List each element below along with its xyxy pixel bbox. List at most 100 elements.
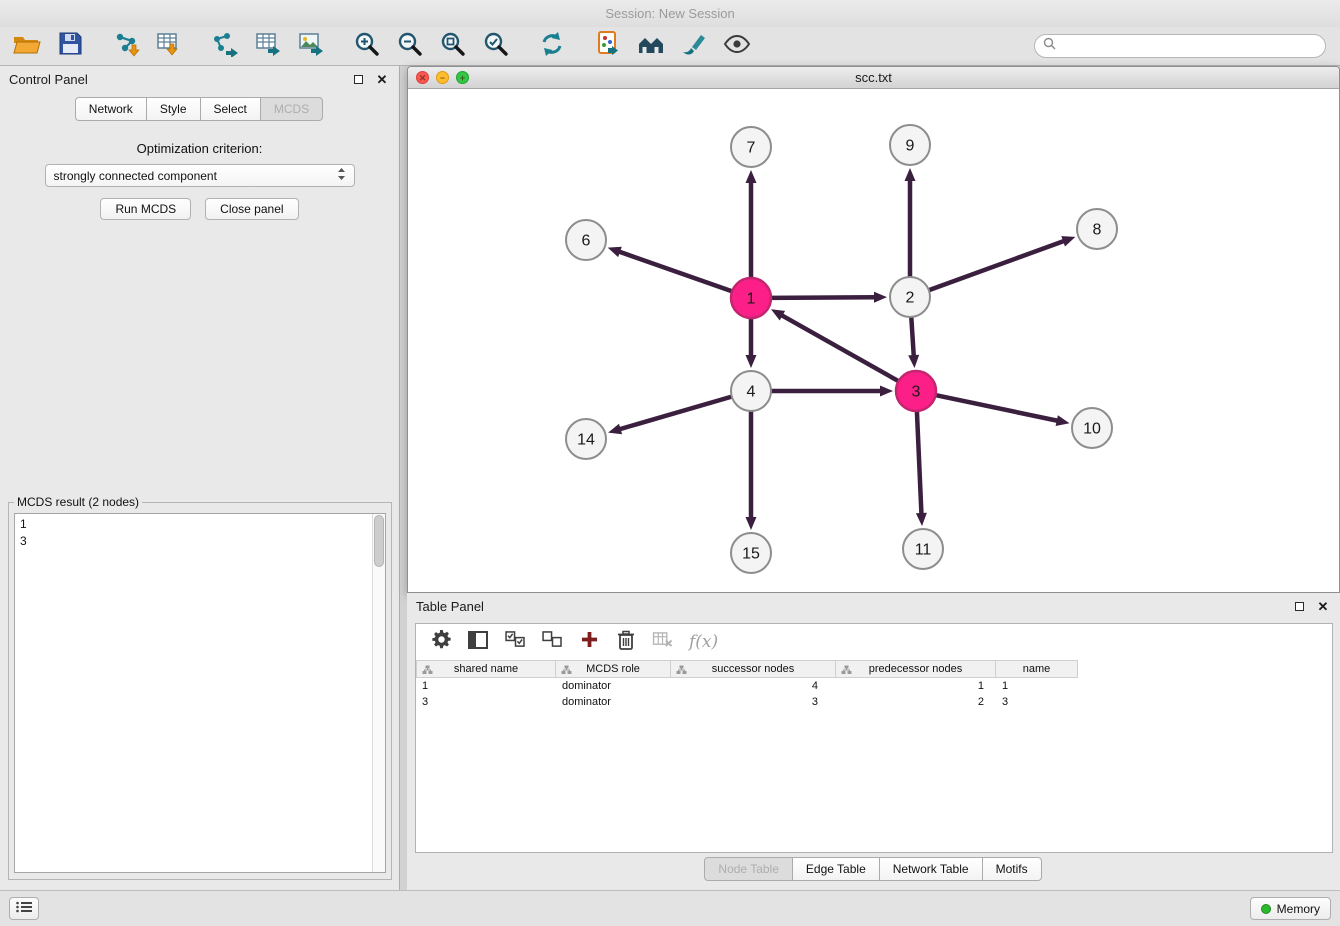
graph-edge-3-11[interactable] [917, 412, 922, 515]
select-all-columns-button[interactable] [504, 629, 526, 655]
control-panel-title: Control Panel [9, 72, 88, 87]
tab-node-table[interactable]: Node Table [704, 857, 793, 881]
graph-edge-4-14[interactable] [619, 397, 731, 430]
graph-node-label: 2 [906, 290, 915, 307]
zoom-selected-button[interactable] [479, 30, 513, 62]
zoom-out-button[interactable] [393, 30, 427, 62]
close-window-button[interactable]: ✕ [416, 71, 429, 84]
result-scrollbar[interactable] [372, 514, 385, 872]
cell-predecessor-nodes[interactable]: 1 [836, 680, 996, 692]
unselect-all-columns-button[interactable] [541, 629, 563, 655]
column-attr-icon [561, 665, 572, 678]
tab-edge-table[interactable]: Edge Table [792, 857, 880, 881]
cell-name[interactable]: 3 [996, 696, 1078, 708]
export-image-button[interactable] [294, 30, 328, 62]
delete-column-button[interactable] [615, 629, 637, 655]
control-panel-tabs: Network Style Select MCDS [0, 97, 399, 121]
cell-mcds-role[interactable]: dominator [556, 680, 671, 692]
table-row[interactable]: 1 dominator 4 1 1 [416, 678, 1332, 694]
graph-node-label: 11 [915, 542, 932, 559]
run-mcds-button[interactable]: Run MCDS [100, 198, 191, 220]
search-icon [1043, 37, 1056, 55]
table-panel: Table Panel ✕ f(x) shared name MCDS role… [407, 593, 1340, 890]
import-network-button[interactable] [109, 30, 143, 62]
zoom-fit-button[interactable] [436, 30, 470, 62]
graph-edge-2-8[interactable] [930, 241, 1065, 290]
close-panel-button[interactable]: Close panel [205, 198, 298, 220]
minimize-window-button[interactable]: − [436, 71, 449, 84]
graph-edge-arrowhead [746, 170, 757, 183]
table-row[interactable]: 3 dominator 3 2 3 [416, 694, 1332, 710]
import-table-button[interactable] [152, 30, 186, 62]
graph-edge-arrowhead [608, 424, 622, 435]
export-table-icon [255, 31, 281, 62]
save-session-button[interactable] [53, 30, 87, 62]
table-panel-header: Table Panel ✕ [407, 593, 1340, 619]
tab-network-table[interactable]: Network Table [879, 857, 983, 881]
close-table-panel-icon[interactable]: ✕ [1315, 598, 1331, 614]
create-column-button[interactable] [578, 629, 600, 655]
network-view-window: ✕ − + scc.txt 7968124314101511 [407, 66, 1340, 593]
mcds-result-title: MCDS result (2 nodes) [14, 495, 142, 509]
graph-node-label: 1 [747, 291, 756, 308]
cell-name[interactable]: 1 [996, 680, 1078, 692]
mcds-result-list: 1 3 [14, 513, 386, 873]
column-header-mcds-role[interactable]: MCDS role [556, 660, 671, 678]
cell-predecessor-nodes[interactable]: 2 [836, 696, 996, 708]
table-settings-button[interactable] [430, 629, 452, 655]
tab-style[interactable]: Style [146, 97, 201, 121]
export-network-button[interactable] [208, 30, 242, 62]
task-history-button[interactable] [9, 897, 39, 920]
graph-node-label: 14 [577, 432, 595, 449]
column-header-successor-nodes[interactable]: successor nodes [671, 660, 836, 678]
graph-edge-arrowhead [1061, 236, 1075, 246]
column-attr-icon [422, 665, 433, 678]
status-bar: Memory [0, 890, 1340, 926]
home-networks-button[interactable] [634, 30, 668, 62]
open-session-button[interactable] [10, 30, 44, 62]
zoom-selected-icon [483, 31, 509, 62]
checked-boxes-icon [505, 631, 526, 653]
apply-layout-button[interactable] [535, 30, 569, 62]
graph-edge-1-6[interactable] [618, 251, 731, 291]
column-header-predecessor-nodes[interactable]: predecessor nodes [836, 660, 996, 678]
tab-motifs[interactable]: Motifs [982, 857, 1042, 881]
float-panel-icon[interactable] [350, 71, 366, 87]
network-graph[interactable]: 7968124314101511 [408, 89, 1339, 592]
network-from-document-button[interactable] [591, 30, 625, 62]
column-header-name[interactable]: name [996, 660, 1078, 678]
graph-edge-2-3[interactable] [911, 318, 913, 357]
style-brush-button[interactable] [677, 30, 711, 62]
tab-mcds[interactable]: MCDS [260, 97, 323, 121]
graph-edge-3-1[interactable] [781, 315, 898, 381]
result-scrollbar-thumb[interactable] [374, 515, 384, 567]
float-table-panel-icon[interactable] [1291, 598, 1307, 614]
memory-button[interactable]: Memory [1250, 897, 1331, 920]
show-column-panel-button[interactable] [467, 629, 489, 655]
refresh-icon [539, 31, 565, 62]
trash-icon [617, 630, 635, 655]
main-toolbar [0, 27, 1340, 66]
cell-successor-nodes[interactable]: 3 [671, 696, 836, 708]
export-table-button[interactable] [251, 30, 285, 62]
cell-successor-nodes[interactable]: 4 [671, 680, 836, 692]
criterion-dropdown[interactable]: strongly connected component [45, 164, 355, 187]
cell-shared-name[interactable]: 1 [416, 680, 556, 692]
maximize-window-button[interactable]: + [456, 71, 469, 84]
search-field[interactable] [1034, 34, 1326, 58]
zoom-in-button[interactable] [350, 30, 384, 62]
column-header-shared-name[interactable]: shared name [416, 660, 556, 678]
close-panel-icon[interactable]: ✕ [374, 71, 390, 87]
graph-edge-3-10[interactable] [937, 395, 1059, 421]
cell-mcds-role[interactable]: dominator [556, 696, 671, 708]
tab-network[interactable]: Network [75, 97, 147, 121]
search-input[interactable] [1061, 39, 1317, 53]
graph-edge-arrowhead [746, 517, 757, 530]
graph-edge-1-2[interactable] [772, 297, 876, 298]
cell-shared-name[interactable]: 3 [416, 696, 556, 708]
tab-select[interactable]: Select [200, 97, 261, 121]
export-network-icon [211, 31, 239, 62]
column-attr-icon [676, 665, 687, 678]
network-window-titlebar[interactable]: ✕ − + scc.txt [408, 67, 1339, 89]
show-graphics-button[interactable] [720, 30, 754, 62]
